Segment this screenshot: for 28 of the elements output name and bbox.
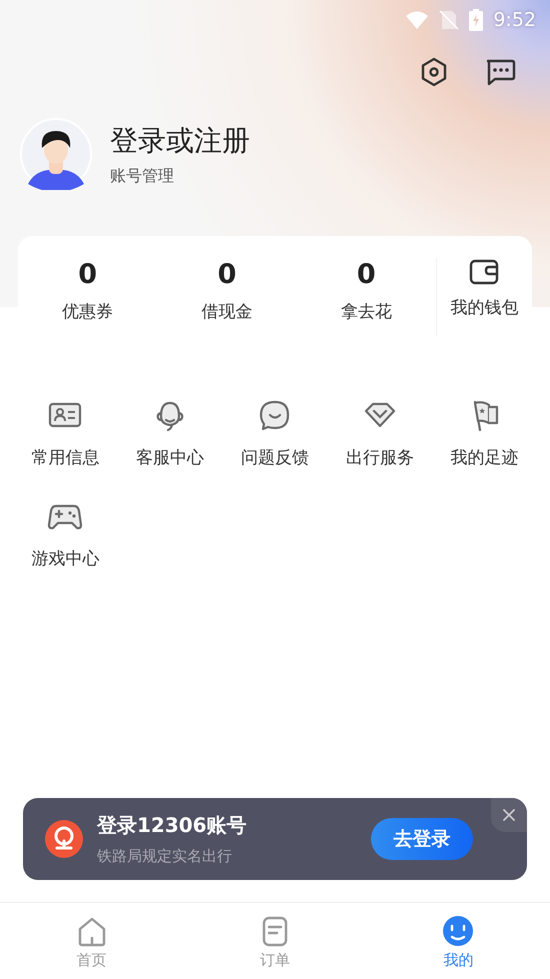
- banner-subtitle: 铁路局规定实名出行: [97, 847, 233, 866]
- menu-label[interactable]: 问题反馈: [240, 446, 309, 469]
- account-subtitle[interactable]: 账号管理: [110, 166, 250, 186]
- clock-time: 9:52: [493, 9, 536, 31]
- stat-value[interactable]: 0: [218, 258, 236, 292]
- menu-label[interactable]: 客服中心: [136, 446, 204, 469]
- stat-label[interactable]: 我的钱包: [450, 296, 518, 319]
- close-icon: [502, 808, 516, 822]
- no-sim-icon: [439, 10, 460, 30]
- wifi-icon: [405, 10, 430, 30]
- stat-value[interactable]: 0: [78, 258, 98, 292]
- stat-label[interactable]: 拿去花: [340, 300, 392, 323]
- menu-label[interactable]: 出行服务: [346, 446, 414, 469]
- login-title[interactable]: 登录或注册: [110, 122, 250, 160]
- nav-tab[interactable]: 我的: [366, 903, 550, 979]
- wallet-icon[interactable]: [468, 258, 500, 286]
- close-button[interactable]: [491, 798, 527, 832]
- stat-label[interactable]: 借现金: [201, 300, 252, 323]
- menu-label[interactable]: 常用信息: [31, 446, 100, 469]
- railway-logo-icon: [45, 820, 83, 858]
- login-button[interactable]: 去登录: [371, 818, 473, 860]
- menu-label[interactable]: 我的足迹: [450, 446, 519, 469]
- avatar-icon[interactable]: [20, 118, 92, 190]
- banner-title: 登录12306账号: [97, 812, 248, 839]
- stat-value[interactable]: 0: [356, 258, 376, 292]
- battery-charging-icon: [469, 9, 484, 31]
- menu-label[interactable]: 游戏中心: [31, 547, 100, 570]
- stat-label[interactable]: 优惠券: [62, 300, 114, 323]
